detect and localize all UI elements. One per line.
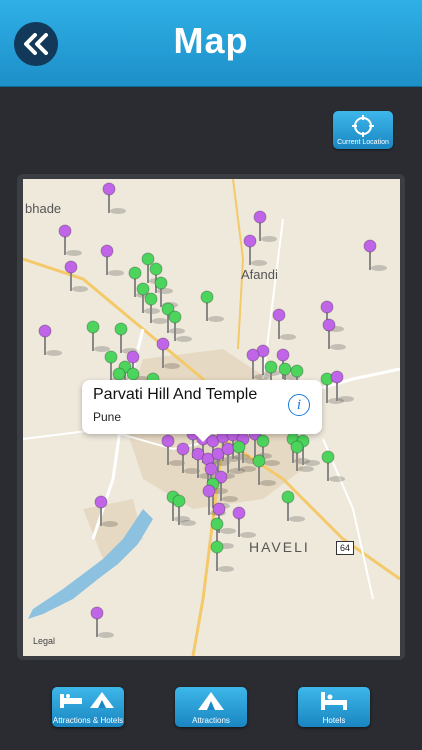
map-pin-purple[interactable] bbox=[363, 239, 387, 271]
callout-subtitle: Pune bbox=[93, 410, 122, 424]
place-label-afandi: Afandi bbox=[241, 267, 278, 282]
current-location-button[interactable]: Current Location bbox=[333, 111, 393, 149]
tab-attractions[interactable]: Attractions bbox=[175, 687, 247, 727]
map-pin-purple[interactable] bbox=[253, 210, 277, 242]
map-pin-purple[interactable] bbox=[64, 260, 88, 292]
map-pin-green[interactable] bbox=[252, 454, 276, 486]
map-pin-purple[interactable] bbox=[330, 370, 354, 402]
legal-link[interactable]: Legal bbox=[33, 636, 55, 646]
tab-hotels[interactable]: Hotels bbox=[298, 687, 370, 727]
bed-and-tent-icon bbox=[60, 692, 114, 708]
tab-attractions-hotels[interactable]: Attractions & Hotels bbox=[52, 687, 124, 727]
info-icon[interactable]: i bbox=[288, 394, 310, 416]
road-64-badge: 64 bbox=[336, 541, 355, 555]
map-pin-purple[interactable] bbox=[38, 324, 62, 356]
map-pin-purple[interactable] bbox=[100, 244, 124, 276]
map-pin-purple[interactable] bbox=[232, 506, 256, 538]
bed-icon bbox=[321, 692, 347, 710]
tab-label: Hotels bbox=[322, 716, 346, 725]
tent-icon bbox=[198, 692, 224, 710]
map-pin-green[interactable] bbox=[321, 450, 345, 482]
map-pin-purple[interactable] bbox=[90, 606, 114, 638]
map-pin-green[interactable] bbox=[114, 322, 138, 354]
map-pin-green[interactable] bbox=[172, 494, 196, 526]
map-pin-green[interactable] bbox=[168, 310, 192, 342]
place-label-haveli: HAVELI bbox=[249, 539, 310, 555]
tab-label: Attractions bbox=[192, 716, 230, 725]
map-pin-green[interactable] bbox=[200, 290, 224, 322]
map-pin-purple[interactable] bbox=[322, 318, 346, 350]
top-bar: Map bbox=[0, 0, 422, 87]
map-pin-purple[interactable] bbox=[94, 495, 118, 527]
place-label-top-left: bhade bbox=[25, 201, 62, 216]
tab-label: Attractions & Hotels bbox=[52, 716, 124, 725]
map-pin-purple[interactable] bbox=[58, 224, 82, 256]
map-pin-purple[interactable] bbox=[156, 337, 180, 369]
map-pin-purple[interactable] bbox=[272, 308, 296, 340]
crosshair-icon bbox=[352, 115, 374, 137]
current-location-label: Current Location bbox=[337, 139, 389, 146]
place-callout[interactable]: Parvati Hill And Temple Pune i bbox=[82, 380, 322, 442]
map-pin-green[interactable] bbox=[86, 320, 110, 352]
map-pin-green[interactable] bbox=[281, 490, 305, 522]
callout-title: Parvati Hill And Temple bbox=[93, 386, 258, 403]
map-pin-purple[interactable] bbox=[102, 182, 126, 214]
page-title: Map bbox=[173, 20, 249, 61]
